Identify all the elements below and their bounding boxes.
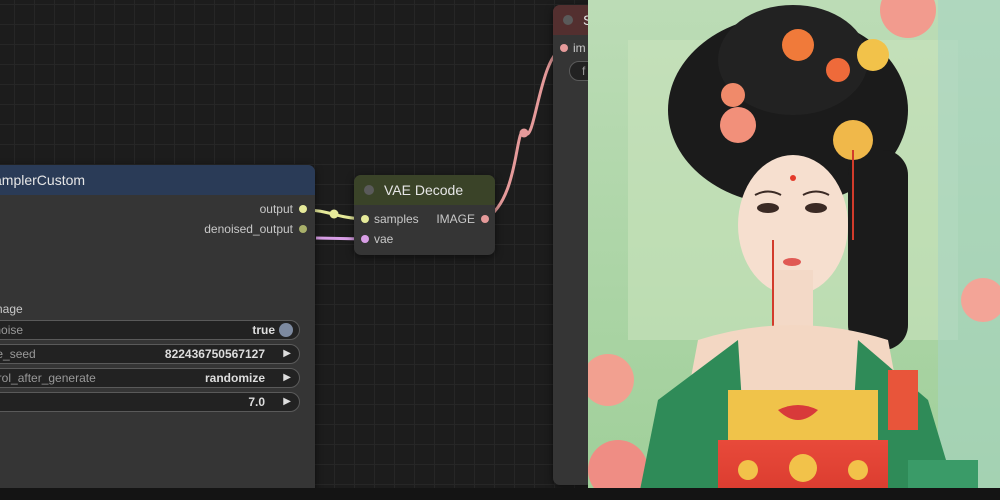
sampler-input-latent-image[interactable]: t_image (0, 302, 23, 316)
combo-arrow-icon[interactable]: ▶ (283, 369, 291, 387)
vae-output-image-label: IMAGE (436, 212, 475, 226)
widget-add-noise-label: d_noise (0, 323, 24, 337)
generated-image-preview (588, 0, 1000, 500)
widget-control-after-generate-label: ontrol_after_generate (0, 371, 96, 385)
widget-control-after-generate-value: randomize (204, 371, 265, 385)
generated-image (588, 0, 1000, 500)
save-input-images-slot[interactable] (560, 44, 568, 52)
sampler-node-title[interactable]: amplerCustom (0, 165, 315, 195)
widget-cfg[interactable]: g 7.0 ▶ (0, 392, 300, 412)
sampler-denoised-output-label: denoised_output (204, 222, 293, 236)
vae-node-title-text: VAE Decode (384, 182, 464, 198)
save-input-images-label: im (573, 41, 586, 55)
widget-noise-seed-label: oise_seed (0, 347, 36, 361)
vae-input-vae-label: vae (374, 232, 394, 246)
sampler-denoised-output-slot[interactable] (299, 225, 307, 233)
widget-add-noise-value: true (252, 323, 275, 337)
save-image-node[interactable]: S im f (553, 5, 623, 485)
increment-arrow-icon[interactable]: ▶ (283, 393, 291, 411)
vae-output-image-slot[interactable] (481, 215, 489, 223)
save-filename-prefix-label: f (582, 64, 586, 78)
sampler-output-label: output (259, 202, 293, 216)
sampler-node-title-text: amplerCustom (0, 172, 86, 188)
widget-noise-seed-value: 822436750567127 (164, 347, 265, 361)
sampler-custom-node[interactable]: amplerCustom el ive tive pler as t_image… (0, 165, 315, 500)
bottom-bar (0, 488, 1000, 500)
vae-node-title[interactable]: VAE Decode (354, 175, 495, 205)
vae-decode-node[interactable]: VAE Decode samples vae IMAGE (354, 175, 495, 255)
widget-control-after-generate[interactable]: ontrol_after_generate randomize ▶ (0, 368, 300, 388)
widget-add-noise[interactable]: d_noise true (0, 320, 300, 340)
vae-input-samples-label: samples (374, 212, 419, 226)
vae-input-vae-slot[interactable] (361, 235, 369, 243)
save-node-title[interactable]: S (553, 5, 593, 35)
toggle-knob-icon[interactable] (279, 323, 293, 337)
widget-cfg-value: 7.0 (248, 395, 265, 409)
collapse-dot-icon[interactable] (563, 15, 573, 25)
collapse-dot-icon[interactable] (364, 185, 374, 195)
vae-input-samples-slot[interactable] (361, 215, 369, 223)
increment-arrow-icon[interactable]: ▶ (283, 345, 291, 363)
sampler-output-slot[interactable] (299, 205, 307, 213)
widget-noise-seed[interactable]: oise_seed 822436750567127 ▶ (0, 344, 300, 364)
